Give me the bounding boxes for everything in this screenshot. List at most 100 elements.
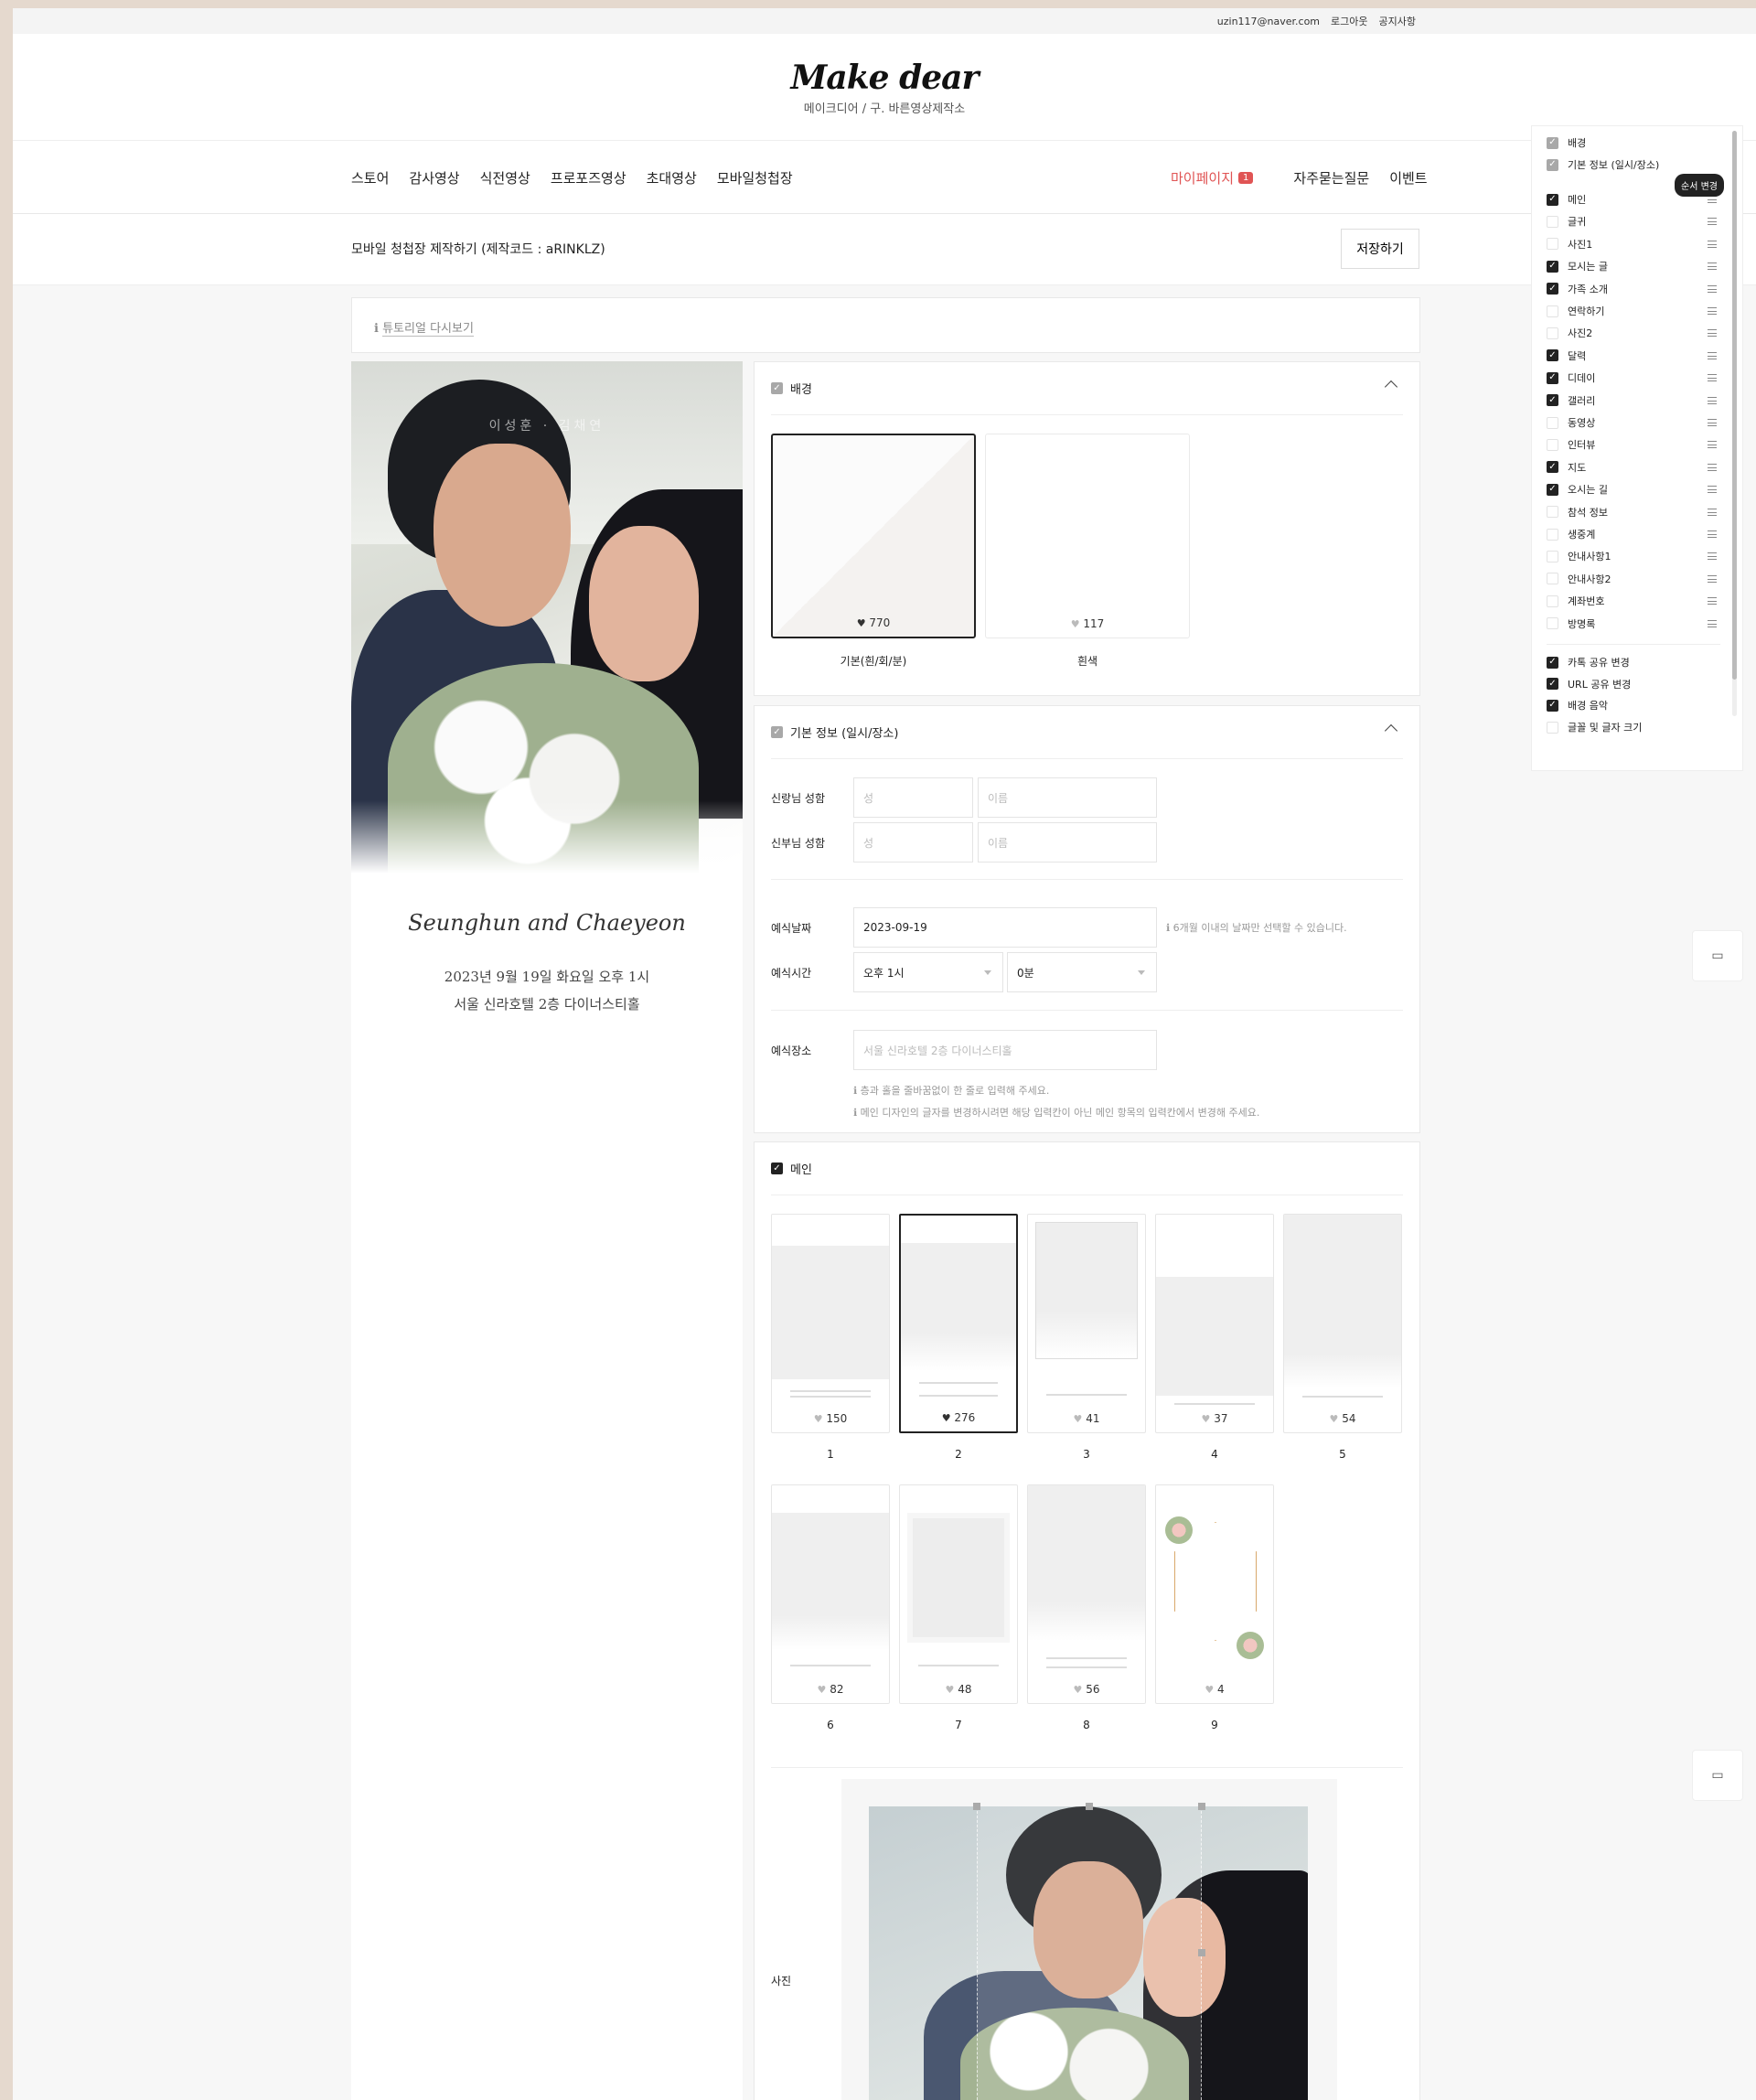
drag-handle-icon[interactable]: [1708, 307, 1717, 315]
sidebar-item[interactable]: 사진2: [1547, 326, 1592, 340]
checkbox-icon[interactable]: [1547, 238, 1558, 251]
drag-handle-icon[interactable]: [1708, 552, 1717, 561]
checkbox-icon[interactable]: [1547, 327, 1558, 339]
drag-handle-icon[interactable]: [1708, 419, 1717, 426]
checkbox-icon[interactable]: ✓: [1547, 656, 1558, 669]
sidebar-item[interactable]: ✓ 지도: [1547, 460, 1586, 475]
main-design-option[interactable]: ♥ 82: [771, 1484, 890, 1704]
checkbox-icon[interactable]: [1547, 595, 1558, 607]
main-design-option[interactable]: ♥ 48: [899, 1484, 1018, 1704]
drag-handle-icon[interactable]: [1708, 597, 1717, 605]
nav-thanks-video[interactable]: 감사영상: [409, 168, 459, 188]
sidebar-item[interactable]: 참석 정보: [1547, 505, 1608, 520]
drag-handle-icon[interactable]: [1708, 619, 1717, 627]
logout-link[interactable]: 로그아웃: [1331, 14, 1367, 28]
main-panel-header[interactable]: ✓ 메인: [771, 1142, 1403, 1195]
sidebar-item[interactable]: 계좌번호: [1547, 594, 1604, 608]
sidebar-item[interactable]: ✓ 달력: [1547, 348, 1586, 363]
nav-mypage[interactable]: 마이페이지 1: [1171, 168, 1254, 188]
checkbox-icon[interactable]: ✓: [1547, 461, 1558, 474]
bride-last-name-input[interactable]: 성: [853, 822, 973, 862]
checkbox-icon[interactable]: ✓: [1547, 483, 1558, 496]
crop-handle[interactable]: [1198, 1803, 1205, 1810]
sidebar-scrollbar[interactable]: [1732, 131, 1737, 716]
sidebar-item[interactable]: 동영상: [1547, 415, 1595, 430]
checkbox-icon[interactable]: ✓: [771, 1162, 783, 1174]
nav-store[interactable]: 스토어: [351, 168, 389, 188]
sidebar-item[interactable]: ✓ 배경: [1547, 135, 1586, 150]
drag-handle-icon[interactable]: [1708, 374, 1717, 382]
tutorial-link[interactable]: 튜토리얼 다시보기: [382, 322, 474, 337]
sidebar-item[interactable]: ✓ 메인: [1547, 192, 1586, 207]
sidebar-option[interactable]: ✓ URL 공유 변경: [1547, 677, 1631, 691]
drag-handle-icon[interactable]: [1708, 240, 1717, 248]
drag-handle-icon[interactable]: [1708, 284, 1717, 293]
nav-event[interactable]: 이벤트: [1389, 168, 1427, 188]
chat-button[interactable]: ▭: [1692, 930, 1743, 981]
drag-handle-icon[interactable]: [1708, 196, 1717, 203]
drag-handle-icon[interactable]: [1708, 262, 1717, 271]
checkbox-icon[interactable]: [1547, 617, 1558, 630]
checkbox-icon[interactable]: ✓: [1547, 699, 1558, 712]
checkbox-icon[interactable]: [1547, 721, 1558, 734]
main-design-option[interactable]: ♥ 276: [899, 1214, 1018, 1433]
checkbox-icon[interactable]: [1547, 215, 1558, 228]
groom-last-name-input[interactable]: 성: [853, 777, 973, 818]
hour-select[interactable]: 오후 1시: [853, 952, 1003, 992]
notice-link[interactable]: 공지사항: [1379, 14, 1416, 28]
minute-select[interactable]: 0분: [1007, 952, 1157, 992]
place-input[interactable]: 서울 신라호텔 2층 다이너스티홀: [853, 1030, 1157, 1070]
groom-first-name-input[interactable]: 이름: [978, 777, 1157, 818]
drag-handle-icon[interactable]: [1708, 396, 1717, 404]
chat-button[interactable]: ▭: [1692, 1750, 1743, 1801]
sidebar-item[interactable]: ✓ 모시는 글: [1547, 259, 1608, 273]
checkbox-icon[interactable]: [1547, 416, 1558, 429]
sidebar-option[interactable]: ✓ 카톡 공유 변경: [1547, 655, 1630, 670]
sidebar-item[interactable]: 글귀: [1547, 214, 1586, 229]
crop-handle[interactable]: [1198, 1949, 1205, 1956]
drag-handle-icon[interactable]: [1708, 530, 1717, 538]
checkbox-icon[interactable]: [1547, 438, 1558, 451]
sidebar-item[interactable]: ✓ 디데이: [1547, 370, 1595, 385]
drag-handle-icon[interactable]: [1708, 441, 1717, 449]
sidebar-item[interactable]: 안내사항1: [1547, 549, 1611, 563]
checkbox-icon[interactable]: [1547, 573, 1558, 585]
main-design-option[interactable]: ♥ 150: [771, 1214, 890, 1433]
crop-selection[interactable]: [977, 1806, 1202, 2100]
sidebar-item[interactable]: 사진1: [1547, 237, 1592, 252]
sidebar-option[interactable]: ✓ 배경 음악: [1547, 698, 1608, 712]
crop-handle[interactable]: [1086, 1803, 1093, 1810]
drag-handle-icon[interactable]: [1708, 329, 1717, 338]
checkbox-icon[interactable]: ✓: [1547, 283, 1558, 295]
nav-proposal-video[interactable]: 프로포즈영상: [551, 168, 626, 188]
checkbox-icon[interactable]: [1547, 528, 1558, 541]
basic-info-panel-header[interactable]: ✓ 기본 정보 (일시/장소): [771, 706, 1403, 759]
checkbox-icon[interactable]: ✓: [1547, 260, 1558, 273]
checkbox-icon[interactable]: ✓: [1547, 158, 1558, 171]
drag-handle-icon[interactable]: [1708, 218, 1717, 226]
checkbox-icon[interactable]: [1547, 506, 1558, 519]
checkbox-icon[interactable]: ✓: [1547, 349, 1558, 362]
main-design-option[interactable]: ♥ 54: [1283, 1214, 1402, 1433]
nav-faq[interactable]: 자주묻는질문: [1293, 168, 1369, 188]
nav-mobile-invitation[interactable]: 모바일청첩장: [717, 168, 793, 188]
checkbox-icon[interactable]: ✓: [1547, 371, 1558, 384]
sidebar-option[interactable]: 글꼴 및 글자 크기: [1547, 720, 1642, 734]
background-option-card[interactable]: ♥ 117: [985, 434, 1190, 638]
crop-handle[interactable]: [973, 1803, 980, 1810]
sidebar-item[interactable]: 방명록: [1547, 616, 1595, 631]
sidebar-item[interactable]: ✓ 기본 정보 (일시/장소): [1547, 157, 1659, 172]
sidebar-item[interactable]: 안내사항2: [1547, 572, 1611, 586]
chevron-up-icon[interactable]: [1384, 723, 1398, 738]
sidebar-item[interactable]: ✓ 오시는 길: [1547, 482, 1608, 497]
main-design-option[interactable]: ♥ 56: [1027, 1484, 1146, 1704]
main-design-option[interactable]: ♥ 4: [1155, 1484, 1274, 1704]
photo-crop-editor[interactable]: [841, 1779, 1337, 2100]
checkbox-icon[interactable]: ✓: [1547, 394, 1558, 407]
checkbox-icon[interactable]: ✓: [1547, 678, 1558, 691]
sidebar-item[interactable]: 생중계: [1547, 527, 1595, 541]
nav-invite-video[interactable]: 초대영상: [647, 168, 697, 188]
drag-handle-icon[interactable]: [1708, 463, 1717, 471]
main-design-option[interactable]: ♥ 37: [1155, 1214, 1274, 1433]
sidebar-item[interactable]: 연락하기: [1547, 304, 1604, 318]
